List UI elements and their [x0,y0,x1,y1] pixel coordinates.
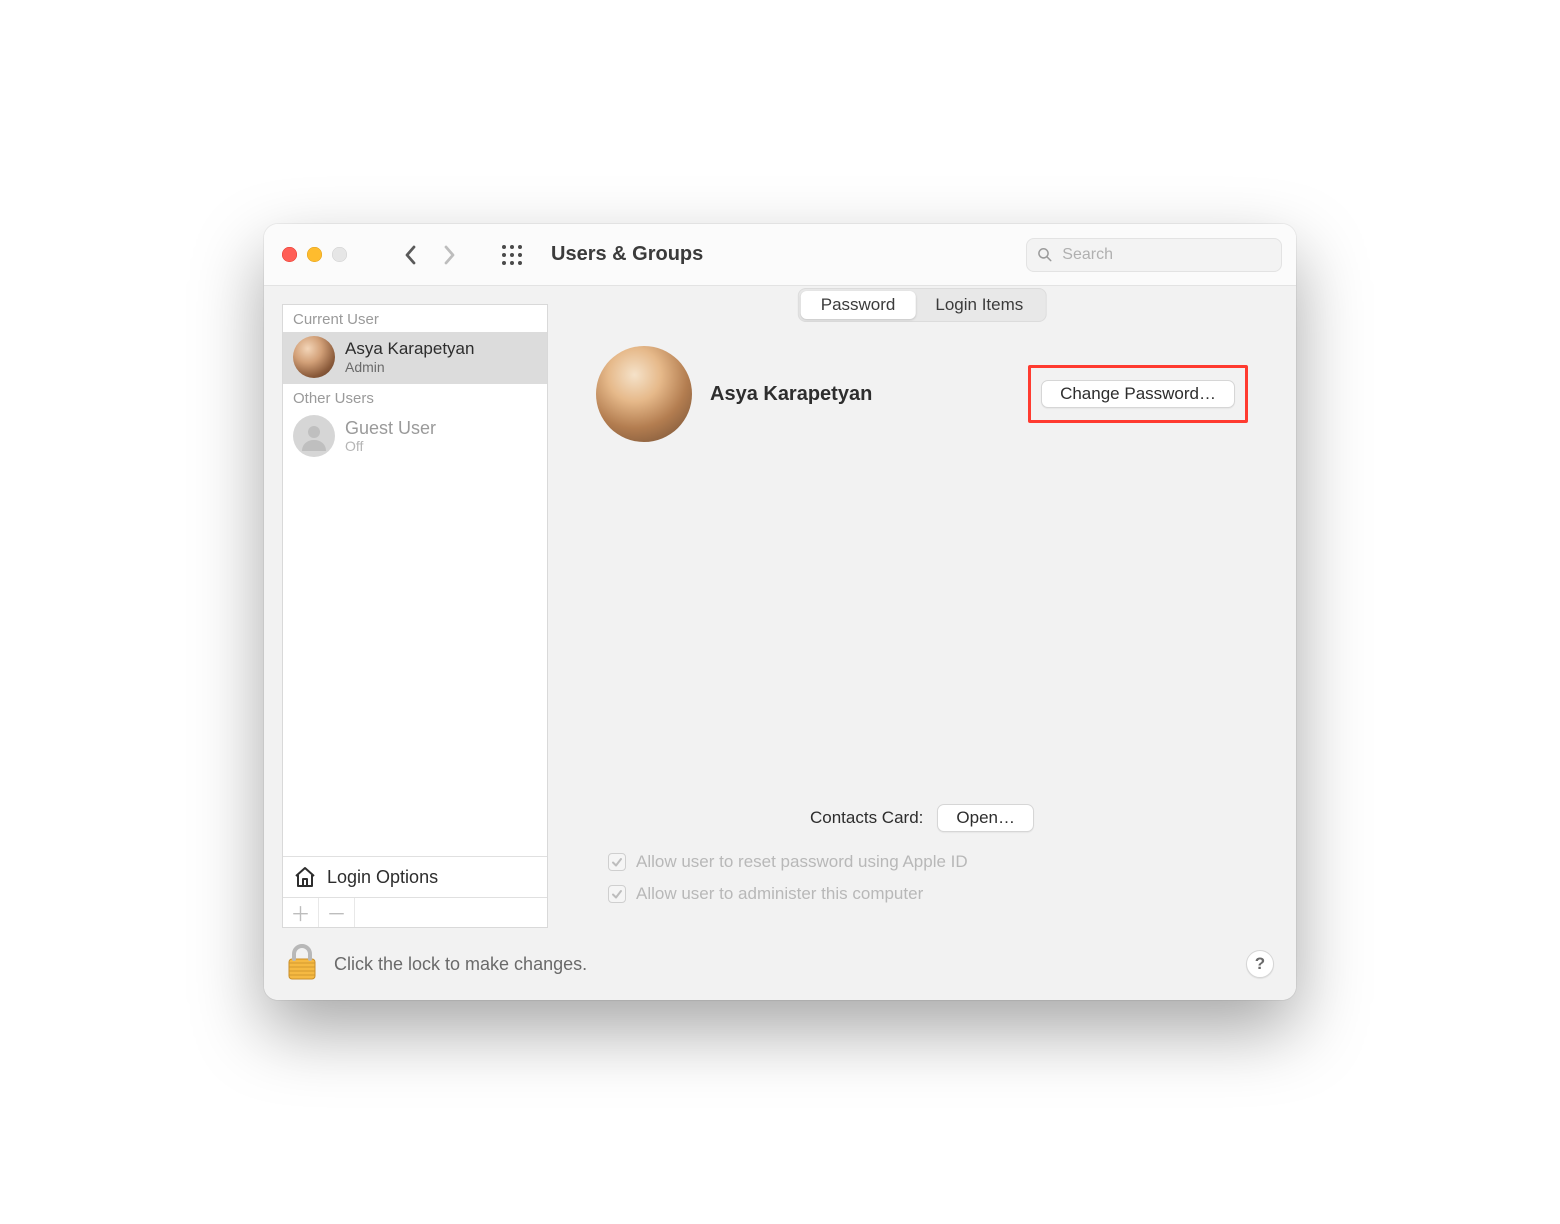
sidebar-user-guest[interactable]: Guest User Off [283,411,547,463]
tab-bar: Password Login Items [798,288,1047,322]
main-panel: Password Login Items Asya Karapetyan Cha… [566,304,1278,928]
window-title: Users & Groups [551,243,703,266]
search-icon [1037,246,1052,263]
remove-user-button: － [319,898,355,927]
user-full-name: Asya Karapetyan [710,383,872,406]
other-users-section-label: Other Users [283,384,547,411]
login-options-button[interactable]: Login Options [283,856,547,897]
forward-button [431,237,467,273]
add-user-button: ＋ [283,898,319,927]
allow-reset-checkbox [608,853,626,871]
avatar [293,415,335,457]
grid-icon [501,244,523,266]
sidebar-user-name: Guest User [345,418,436,439]
allow-admin-row: Allow user to administer this computer [566,878,1278,910]
tab-password[interactable]: Password [801,291,916,319]
contacts-card-row: Contacts Card: Open… [566,804,1278,832]
footer: Click the lock to make changes. ? [264,928,1296,1000]
toolbar: Users & Groups [264,224,1296,286]
close-window-button[interactable] [282,247,297,262]
body: Current User Asya Karapetyan Admin Other… [264,286,1296,928]
contacts-card-label: Contacts Card: [810,808,923,828]
change-password-button[interactable]: Change Password… [1041,380,1235,408]
search-field[interactable] [1026,238,1282,272]
check-icon [611,856,623,868]
avatar [293,336,335,378]
lock-hint-text: Click the lock to make changes. [334,954,587,975]
change-password-highlight: Change Password… [1028,365,1248,423]
open-contacts-button[interactable]: Open… [937,804,1034,832]
allow-admin-label: Allow user to administer this computer [636,884,923,904]
back-button[interactable] [393,237,429,273]
allow-admin-checkbox [608,885,626,903]
sidebar-user-role: Off [345,438,436,454]
current-user-section-label: Current User [283,305,547,332]
zoom-window-button [332,247,347,262]
lock-icon [286,943,318,981]
home-icon [293,865,317,889]
tab-login-items[interactable]: Login Items [915,291,1043,319]
chevron-right-icon [442,245,456,265]
login-options-label: Login Options [327,867,438,888]
minimize-window-button[interactable] [307,247,322,262]
users-sidebar: Current User Asya Karapetyan Admin Other… [282,304,548,928]
sidebar-user-name: Asya Karapetyan [345,339,474,359]
allow-reset-label: Allow user to reset password using Apple… [636,852,968,872]
avatar[interactable] [596,346,692,442]
chevron-left-icon [404,245,418,265]
user-hero: Asya Karapetyan Change Password… [566,346,1278,442]
person-icon [299,421,329,451]
window-controls [282,247,347,262]
help-button[interactable]: ? [1246,950,1274,978]
sidebar-user-current[interactable]: Asya Karapetyan Admin [283,332,547,384]
search-input[interactable] [1060,245,1271,265]
add-remove-bar: ＋ － [283,897,547,927]
allow-reset-row: Allow user to reset password using Apple… [566,846,1278,878]
lock-button[interactable] [286,943,318,986]
check-icon [611,888,623,900]
prefs-window: Users & Groups Current User Asya Karapet… [264,224,1296,1000]
show-all-button[interactable] [497,240,527,270]
sidebar-user-role: Admin [345,359,474,375]
